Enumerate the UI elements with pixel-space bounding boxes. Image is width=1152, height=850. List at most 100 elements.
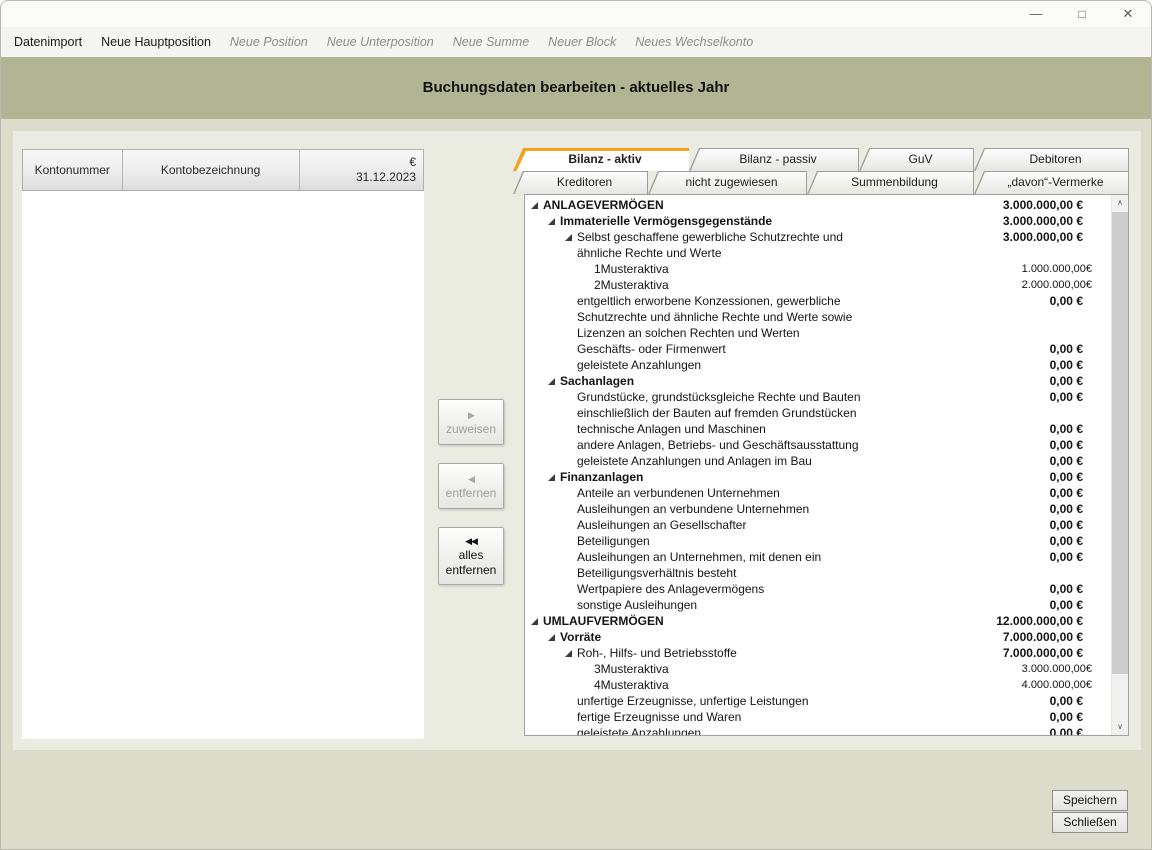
tab-row-1: Bilanz - aktivBilanz - passivGuVDebitore… (513, 148, 1129, 171)
tree-item[interactable]: fertige Erzeugnisse und Waren0,00 € (525, 709, 1111, 725)
expander-spacer (563, 453, 577, 469)
tree-item[interactable]: geleistete Anzahlungen0,00 € (525, 357, 1111, 373)
tab-label: GuV (859, 148, 974, 171)
close-dialog-button[interactable]: Schließen (1052, 812, 1128, 833)
accounts-table-body[interactable] (22, 191, 424, 739)
tree-item[interactable]: Selbst geschaffene gewerbliche Schutzrec… (525, 229, 1111, 261)
maximize-button[interactable]: □ (1059, 1, 1105, 27)
expander-icon[interactable] (563, 645, 577, 661)
menu-item-neue-hauptposition[interactable]: Neue Hauptposition (98, 33, 214, 51)
tree-item[interactable]: Immaterielle Vermögensgegenstände3.000.0… (525, 213, 1111, 229)
tree-item[interactable]: Anteile an verbundenen Unternehmen0,00 € (525, 485, 1111, 501)
menu-item-neues-wechselkonto[interactable]: Neues Wechselkonto (632, 33, 756, 51)
expander-spacer (563, 357, 577, 373)
tree-item-value: 12.000.000,00 € (941, 613, 1111, 629)
tab-debitoren[interactable]: Debitoren (974, 148, 1129, 171)
expander-icon[interactable] (546, 469, 560, 485)
scroll-up-icon[interactable]: ∧ (1112, 195, 1128, 211)
tree-item[interactable]: 1Musteraktiva1.000.000,00€ (525, 261, 1111, 277)
expander-icon[interactable] (546, 373, 560, 389)
tree-item[interactable]: Grundstücke, grundstücksgleiche Rechte u… (525, 389, 1111, 421)
remove-all-double-left-arrow-icon: ◀◀ (465, 534, 477, 548)
tree-item[interactable]: 4Musteraktiva4.000.000,00€ (525, 677, 1111, 693)
accounts-table: Kontonummer Kontobezeichnung € 31.12.202… (22, 149, 424, 739)
column-header-kontonummer[interactable]: Kontonummer (23, 150, 123, 190)
tree-item-label: Immaterielle Vermögensgegenstände (560, 213, 941, 229)
tab-label: nicht zugewiesen (648, 171, 807, 194)
tree-scrollbar[interactable]: ∧ ∨ (1111, 195, 1128, 735)
menu-item-neue-summe[interactable]: Neue Summe (450, 33, 532, 51)
expander-icon[interactable] (529, 197, 543, 213)
expander-spacer (563, 549, 577, 565)
scrollbar-thumb[interactable] (1112, 212, 1128, 674)
tree-item-label: geleistete Anzahlungen (577, 725, 941, 736)
tree-item[interactable]: technische Anlagen und Maschinen0,00 € (525, 421, 1111, 437)
tree-item-label: Anteile an verbundenen Unternehmen (577, 485, 941, 501)
tree-item-value: 0,00 € (941, 693, 1111, 709)
tree-item[interactable]: Vorräte7.000.000,00 € (525, 629, 1111, 645)
tree-item[interactable]: Ausleihungen an Unternehmen, mit denen e… (525, 549, 1111, 581)
tree-item[interactable]: Finanzanlagen0,00 € (525, 469, 1111, 485)
tree-item[interactable]: Geschäfts- oder Firmenwert0,00 € (525, 341, 1111, 357)
close-button[interactable]: ✕ (1105, 1, 1151, 27)
tree-item[interactable]: 3Musteraktiva3.000.000,00€ (525, 661, 1111, 677)
expander-spacer (563, 533, 577, 549)
tree-item[interactable]: andere Anlagen, Betriebs- und Geschäftsa… (525, 437, 1111, 453)
tree-item-value: 0,00 € (941, 485, 1111, 501)
tree-item[interactable]: unfertige Erzeugnisse, unfertige Leistun… (525, 693, 1111, 709)
application-window: — □ ✕ Datenimport Neue Hauptposition Neue … (0, 0, 1152, 850)
expander-icon[interactable] (529, 613, 543, 629)
tree-item[interactable]: Sachanlagen0,00 € (525, 373, 1111, 389)
main-panel: Kontonummer Kontobezeichnung € 31.12.202… (13, 131, 1141, 750)
tree-item[interactable]: 2Musteraktiva2.000.000,00€ (525, 277, 1111, 293)
tree-item[interactable]: Wertpapiere des Anlagevermögens0,00 € (525, 581, 1111, 597)
expander-icon[interactable] (546, 629, 560, 645)
tree-item[interactable]: Beteiligungen0,00 € (525, 533, 1111, 549)
scroll-down-icon[interactable]: ∨ (1112, 719, 1128, 735)
tab-davon-vermerke[interactable]: „davon“-Vermerke (974, 171, 1129, 194)
expander-spacer (563, 517, 577, 533)
tab-row-2: Kreditorennicht zugewiesenSummenbildung„… (513, 171, 1129, 194)
tree-item-label: technische Anlagen und Maschinen (577, 421, 941, 437)
tree-item-label: Beteiligungen (577, 533, 941, 549)
tab-bilanz-passiv[interactable]: Bilanz - passiv (689, 148, 859, 171)
tree-item[interactable]: UMLAUFVERMÖGEN12.000.000,00 € (525, 613, 1111, 629)
tab-kreditoren[interactable]: Kreditoren (513, 171, 648, 194)
tree-item-value: 3.000.000,00€ (941, 661, 1111, 677)
expander-icon[interactable] (563, 229, 577, 245)
menu-item-neue-position[interactable]: Neue Position (227, 33, 311, 51)
menu-item-neue-unterposition[interactable]: Neue Unterposition (324, 33, 437, 51)
tree-item[interactable]: geleistete Anzahlungen0,00 € (525, 725, 1111, 736)
tree-item[interactable]: Ausleihungen an verbundene Unternehmen0,… (525, 501, 1111, 517)
zuweisen-button[interactable]: ▶zuweisen (438, 399, 504, 445)
tree-item-label: 2Musteraktiva (594, 277, 941, 293)
tree-item-label: Grundstücke, grundstücksgleiche Rechte u… (577, 389, 941, 421)
tab-guv[interactable]: GuV (859, 148, 974, 171)
tab-summenbildung[interactable]: Summenbildung (807, 171, 974, 194)
menu-item-neuer-block[interactable]: Neuer Block (545, 33, 619, 51)
tree-item-value: 3.000.000,00 € (941, 197, 1111, 213)
save-button[interactable]: Speichern (1052, 790, 1128, 811)
expander-spacer (563, 341, 577, 357)
tree-item[interactable]: ANLAGEVERMÖGEN3.000.000,00 € (525, 197, 1111, 213)
column-header-kontobezeichnung[interactable]: Kontobezeichnung (123, 150, 300, 190)
expander-icon[interactable] (546, 213, 560, 229)
tree-item[interactable]: Roh-, Hilfs- und Betriebsstoffe7.000.000… (525, 645, 1111, 661)
tab-bilanz-aktiv[interactable]: Bilanz - aktiv (513, 148, 689, 171)
tree-item-label: unfertige Erzeugnisse, unfertige Leistun… (577, 693, 941, 709)
tree-item[interactable]: entgeltlich erworbene Konzessionen, gewe… (525, 293, 1111, 341)
tree-item[interactable]: sonstige Ausleihungen0,00 € (525, 597, 1111, 613)
minimize-button[interactable]: — (1013, 1, 1059, 27)
menu-item-datenimport[interactable]: Datenimport (11, 33, 85, 51)
page-title: Buchungsdaten bearbeiten - aktuelles Jah… (1, 57, 1151, 119)
button-label: zuweisen (446, 422, 496, 437)
entfernen-button[interactable]: ◀entfernen (438, 463, 504, 509)
tree-item[interactable]: geleistete Anzahlungen und Anlagen im Ba… (525, 453, 1111, 469)
column-header-betrag[interactable]: € 31.12.2023 (300, 150, 423, 190)
tab-nicht-zugewiesen[interactable]: nicht zugewiesen (648, 171, 807, 194)
tab-label: Debitoren (974, 148, 1129, 171)
tree-item-value: 0,00 € (941, 581, 1111, 597)
tree-item[interactable]: Ausleihungen an Gesellschafter0,00 € (525, 517, 1111, 533)
tree-item-label: Selbst geschaffene gewerbliche Schutzrec… (577, 229, 941, 261)
alles-entfernen-button[interactable]: ◀◀alles entfernen (438, 527, 504, 585)
